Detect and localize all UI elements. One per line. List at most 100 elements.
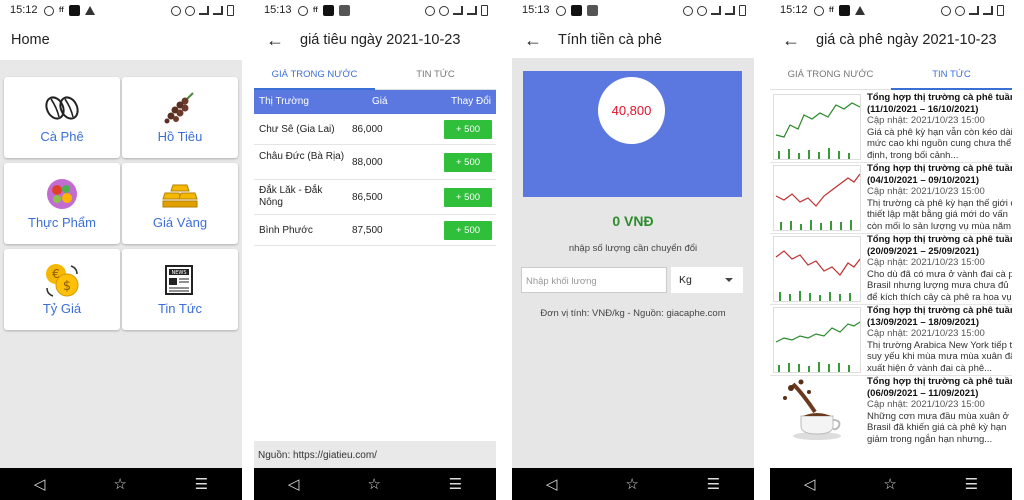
vibrate-icon (185, 5, 195, 16)
unit-select[interactable]: Kg (671, 267, 743, 293)
news-title: Tổng hợp thị trường cà phê tuần 3 (867, 305, 1012, 316)
home-grid: Cà Phê Hồ Tiêu Thực Phẩm Giá Vàng € $ Tỷ … (0, 60, 242, 468)
page-title: giá cà phê ngày 2021-10-23 (816, 32, 997, 48)
news-text: Tổng hợp thị trường cà phê tuần 3 (13/09… (867, 305, 1012, 374)
news-summary: định, trong bối cảnh... (867, 149, 959, 161)
nav-star-button[interactable]: ☆ (113, 475, 126, 493)
news-summary: xuất hiện ở vành đai cà phê... (867, 362, 993, 374)
tile-label: Tỷ Giá (42, 301, 82, 316)
status-time: 15:13 (522, 4, 550, 16)
nav-menu-button[interactable]: ☰ (965, 475, 978, 493)
app-bar: Home (0, 22, 242, 58)
news-text: Tổng hợp thị trường cà phê tuần 3 (20/09… (867, 234, 1012, 303)
system-nav-bar: ◁ ☆ ☰ (512, 468, 754, 500)
price-value: 88,000 (352, 157, 383, 168)
app-bar: ← giá tiêu ngày 2021-10-23 (254, 22, 496, 58)
news-text: Tổng hợp thị trường cà phê tuần 4 (04/10… (867, 163, 1012, 232)
app-icon (322, 5, 334, 16)
news-summary: Brasil đã khiến giá cà phê kỳ hạn (867, 422, 1007, 433)
nav-menu-button[interactable]: ☰ (195, 475, 208, 493)
unit-select-value: Kg (679, 274, 692, 286)
tile-gold[interactable]: Giá Vàng (122, 163, 238, 244)
news-summary: Thị trường Arabica New York tiếp tụ (867, 339, 1012, 351)
app-bar: ← giá cà phê ngày 2021-10-23 (770, 22, 1012, 58)
signal-icon (213, 6, 223, 15)
chart-thumbnail (773, 307, 861, 373)
chart-thumbnail (773, 94, 861, 160)
news-item[interactable]: Tổng hợp thị trường cà phê tuần 3 (13/09… (770, 305, 1012, 376)
tile-news[interactable]: NEWS Tin Tức (122, 249, 238, 330)
wifi-icon (711, 6, 721, 15)
system-nav-bar: ◁ ☆ ☰ (0, 468, 242, 500)
news-title-range: (13/09/2021 – 18/09/2021) (867, 316, 979, 328)
price-value: 86,000 (352, 124, 383, 135)
price-value: 86,500 (352, 192, 383, 203)
pepper-screen: 15:13 ff ← giá tiêu ngày 2021-10-23 GIÁ … (254, 0, 496, 500)
tab-news[interactable]: TIN TỨC (375, 60, 496, 89)
tile-label: Giá Vàng (152, 215, 208, 230)
tile-coffee[interactable]: Cà Phê (4, 77, 120, 158)
news-title-range: (04/10/2021 – 09/10/2021) (867, 174, 979, 186)
nav-star-button[interactable]: ☆ (367, 475, 380, 493)
notification-icon (44, 5, 54, 16)
nav-back-button[interactable]: ◁ (804, 475, 816, 493)
status-bar: 15:12 ff (0, 0, 242, 22)
news-title-range: (11/10/2021 – 16/10/2021) (867, 103, 979, 115)
alarm-icon (683, 5, 693, 16)
back-arrow-icon[interactable]: ← (266, 30, 286, 51)
nav-menu-button[interactable]: ☰ (449, 475, 462, 493)
news-summary: Những cơn mưa đầu mùa xuân ở (867, 410, 1009, 422)
news-item[interactable]: Tổng hợp thị trường cà phê tuần 4 (04/10… (770, 163, 1012, 234)
calculator-screen: 15:13 ← Tính tiền cà phê 40,800 0 VNĐ nh… (512, 0, 754, 500)
market-name: Đắk Lăk - Đắk Nông (259, 185, 323, 208)
chevron-down-icon (725, 278, 733, 282)
notification-icon (298, 5, 308, 16)
tab-news[interactable]: TIN TỨC (891, 60, 1012, 90)
chart-thumbnail (773, 236, 861, 302)
coffee-news-screen: 15:12 ff ← giá cà phê ngày 2021-10-23 GI… (770, 0, 1012, 500)
news-summary: suy yếu khi mùa mưa mùa xuân đã (867, 351, 1012, 362)
input-hint: nhập số lượng cần chuyển đổi (568, 243, 698, 254)
news-summary: thiết lập mặt bằng giá mới do vấn (867, 209, 1008, 220)
status-bar: 15:13 ff (254, 0, 496, 22)
tile-pepper[interactable]: Hồ Tiêu (122, 77, 238, 158)
weight-input[interactable]: Nhập khối lương (521, 267, 667, 293)
wifi-icon (453, 6, 463, 15)
back-arrow-icon[interactable]: ← (782, 30, 802, 51)
news-item[interactable]: Tổng hợp thị trường cà phê tuần 3 (20/09… (770, 234, 1012, 305)
wifi-icon (199, 6, 209, 15)
warning-icon (854, 6, 865, 15)
news-title: Tổng hợp thị trường cà phê tuần 4 (867, 92, 1012, 103)
alarm-icon (941, 5, 951, 16)
market-name: Châu Đức (Bà Rịa) (259, 151, 345, 162)
news-title: Tổng hợp thị trường cà phê tuần 3 (867, 376, 1012, 387)
nav-star-button[interactable]: ☆ (883, 475, 896, 493)
gold-bars-icon (161, 175, 199, 213)
signal-icon (983, 6, 993, 15)
warning-icon (84, 6, 95, 15)
news-item[interactable]: Tổng hợp thị trường cà phê tuần 4 (11/10… (770, 92, 1012, 163)
newspaper-icon: NEWS (161, 261, 199, 299)
back-arrow-icon[interactable]: ← (524, 30, 544, 51)
price-panel: 40,800 (523, 71, 742, 197)
nav-menu-button[interactable]: ☰ (707, 475, 720, 493)
news-date: Cập nhật: 2021/10/23 15:00 (867, 257, 985, 268)
tab-domestic-price[interactable]: GIÁ TRONG NƯỚC (770, 60, 891, 89)
nav-star-button[interactable]: ☆ (625, 475, 638, 493)
tab-domestic-price[interactable]: GIÁ TRONG NƯỚC (254, 60, 375, 90)
nav-back-button[interactable]: ◁ (288, 475, 300, 493)
tile-food[interactable]: Thực Phẩm (4, 163, 120, 244)
news-item[interactable]: Tổng hợp thị trường cà phê tuần 3 (06/09… (770, 376, 1012, 468)
nav-back-button[interactable]: ◁ (34, 475, 46, 493)
fb-icon: ff (59, 7, 64, 14)
news-summary: Thị trường cà phê kỳ hạn thế giới đ (867, 197, 1012, 209)
tile-label: Tin Tức (157, 301, 203, 316)
nav-back-button[interactable]: ◁ (546, 475, 558, 493)
source-footer: Nguồn: https://giatieu.com/ (254, 441, 496, 468)
market-name: Bình Phước (259, 225, 313, 236)
page-title: giá tiêu ngày 2021-10-23 (300, 32, 461, 48)
tile-exchange[interactable]: € $ Tỷ Giá (4, 249, 120, 330)
status-time: 15:12 (10, 4, 38, 16)
news-summary: giảm trong ngắn hạn nhưng... (867, 433, 993, 445)
fb-icon: ff (313, 7, 318, 14)
